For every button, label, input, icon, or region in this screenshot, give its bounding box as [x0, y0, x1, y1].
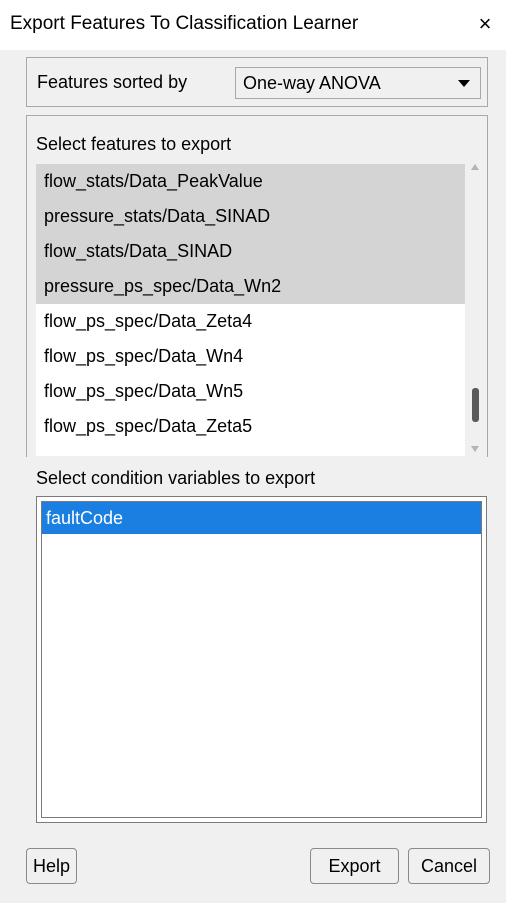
condition-item[interactable]: faultCode [42, 502, 481, 534]
features-section-label: Select features to export [36, 134, 232, 154]
feature-item[interactable]: flow_stats/Data_SINAD [36, 234, 465, 269]
cancel-button[interactable]: Cancel [408, 848, 490, 884]
help-button[interactable]: Help [26, 848, 77, 884]
title-bar: Export Features To Classification Learne… [0, 0, 506, 50]
feature-item[interactable]: flow_ps_spec/Data_Wn4 [36, 339, 465, 374]
condition-variables-list[interactable]: faultCode [36, 496, 487, 823]
window-title: Export Features To Classification Learne… [10, 13, 359, 34]
feature-item[interactable]: pressure_stats/Data_SINAD [36, 199, 465, 234]
sort-label: Features sorted by [37, 72, 188, 92]
sort-method-dropdown[interactable]: One-way ANOVA [235, 67, 481, 99]
conditions-section-label: Select condition variables to export [36, 468, 316, 488]
feature-item[interactable]: flow_ps_spec/Data_Zeta5 [36, 409, 465, 444]
close-button[interactable]: × [470, 8, 500, 40]
feature-item[interactable]: pressure_ps_spec/Data_Wn2 [36, 269, 465, 304]
sort-group: Features sorted by One-way ANOVA [26, 57, 488, 107]
features-list[interactable]: flow_stats/Data_PeakValue pressure_stats… [36, 164, 465, 456]
scroll-up-arrow-icon[interactable] [471, 164, 479, 170]
feature-item[interactable]: flow_ps_spec/Data_Zeta4 [36, 304, 465, 339]
sort-method-value: One-way ANOVA [243, 73, 381, 93]
feature-item[interactable]: flow_ps_spec/Data_Wn5 [36, 374, 465, 409]
features-scrollbar[interactable] [466, 160, 484, 457]
scrollbar-thumb[interactable] [472, 388, 479, 422]
export-button[interactable]: Export [310, 848, 399, 884]
scroll-down-arrow-icon[interactable] [471, 446, 479, 452]
chevron-down-icon [458, 80, 470, 87]
feature-item[interactable]: flow_stats/Data_PeakValue [36, 164, 465, 199]
condition-list-inner: faultCode [41, 501, 482, 818]
